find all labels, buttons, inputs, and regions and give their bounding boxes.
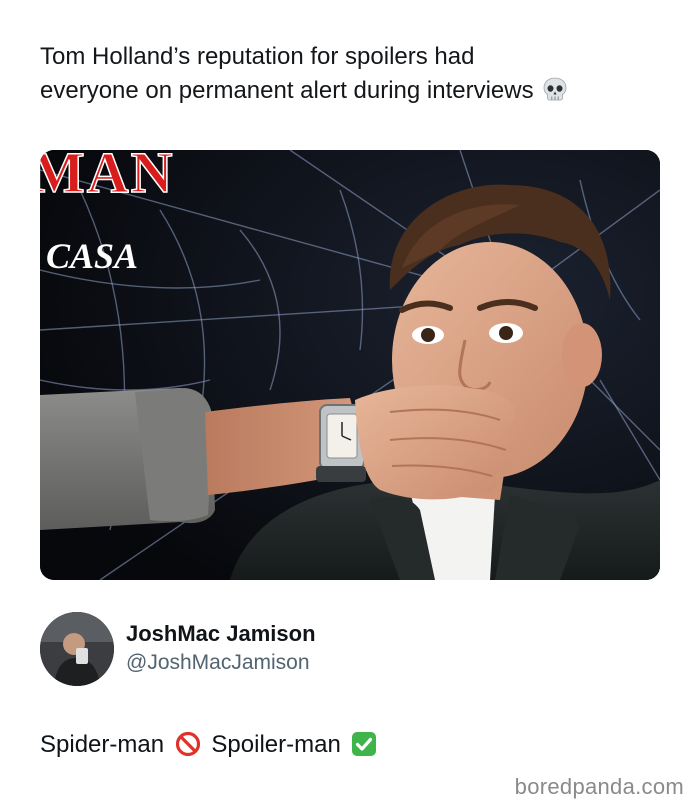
reply-author[interactable]: JoshMac Jamison @JoshMacJamison <box>40 612 660 688</box>
user-handle[interactable]: @JoshMacJamison <box>126 648 316 678</box>
post-text-line-1: Tom Holland’s reputation for spoilers ha… <box>40 43 475 70</box>
prohibited-icon <box>175 731 200 757</box>
post-text: Tom Holland’s reputation for spoilers ha… <box>40 40 680 108</box>
brand-logo-text: CASA <box>46 236 138 276</box>
post-text-line-2: everyone on permanent alert during inter… <box>40 74 680 108</box>
reply-text: Spider-man Spoiler-man <box>40 728 381 762</box>
interview-photo: MAN CASA <box>40 150 660 580</box>
post-text-line-2-text: everyone on permanent alert during inter… <box>40 77 534 104</box>
reply-author-names: JoshMac Jamison @JoshMacJamison <box>126 620 316 678</box>
post-media-image[interactable]: MAN CASA <box>40 150 660 580</box>
check-mark-icon <box>352 732 377 756</box>
avatar[interactable] <box>40 612 114 686</box>
watermark: boredpanda.com <box>514 774 684 799</box>
skull-icon <box>543 77 567 101</box>
movie-logo-text: MAN <box>40 150 175 205</box>
reply-text-part-1: Spider-man <box>40 731 165 758</box>
display-name[interactable]: JoshMac Jamison <box>126 620 316 648</box>
reply-text-part-2: Spoiler-man <box>211 731 341 758</box>
